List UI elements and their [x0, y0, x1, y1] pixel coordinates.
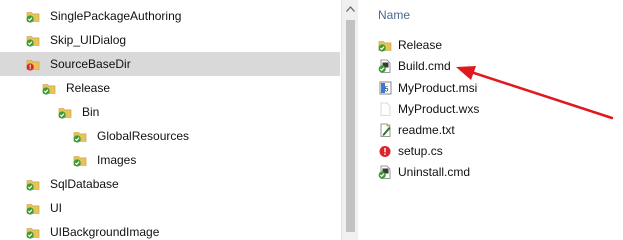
file-item[interactable]: 5 MyProduct.msi: [378, 77, 477, 98]
tree-vertical-scrollbar[interactable]: [341, 0, 358, 240]
tree-item-label: Release: [66, 81, 111, 95]
tree-item[interactable]: Bin: [0, 100, 340, 124]
cmd-file-check-icon: [378, 165, 392, 179]
folder-check-icon: [26, 225, 40, 239]
svg-text:5: 5: [385, 86, 389, 93]
file-item[interactable]: Uninstall.cmd: [378, 161, 470, 182]
tree-item[interactable]: SourceBaseDir: [0, 52, 340, 76]
tree-item[interactable]: SinglePackageAuthoring: [0, 4, 340, 28]
folder-check-icon: [42, 81, 56, 95]
folder-check-icon: [73, 129, 87, 143]
folder-check-icon: [26, 177, 40, 191]
folder-check-icon: [26, 33, 40, 47]
folder-check-icon: [73, 153, 87, 167]
folder-check-icon: [26, 201, 40, 215]
tree-item[interactable]: UI: [0, 196, 340, 220]
tree-item[interactable]: Skip_UIDialog: [0, 28, 340, 52]
file-item[interactable]: setup.cs: [378, 140, 443, 161]
folder-tree-pane: SinglePackageAuthoring Skip_UIDialog Sourc…: [0, 0, 340, 240]
file-item-label: readme.txt: [398, 122, 455, 137]
file-item-label: Uninstall.cmd: [398, 164, 471, 179]
tree-item[interactable]: SqlDatabase: [0, 172, 340, 196]
file-item-label: Release: [398, 37, 443, 52]
tree-item-label: SinglePackageAuthoring: [50, 9, 182, 23]
tree-item[interactable]: GlobalResources: [0, 124, 340, 148]
folder-check-icon: [378, 38, 392, 52]
scroll-up-arrow-icon[interactable]: [342, 0, 359, 17]
file-item[interactable]: readme.txt: [378, 119, 455, 140]
folder-check-icon: [26, 9, 40, 23]
tree-item-label: SqlDatabase: [50, 177, 119, 191]
file-error-icon: [378, 144, 392, 158]
blank-file-icon: [378, 102, 392, 116]
tree-item-label: UIBackgroundImage: [50, 225, 160, 239]
tree-item[interactable]: Release: [0, 76, 340, 100]
column-header-name[interactable]: Name: [378, 8, 410, 22]
tree-item-label: UI: [50, 201, 62, 215]
file-item-label: setup.cs: [398, 143, 443, 158]
tree-item-label: Images: [97, 153, 137, 167]
file-item[interactable]: Release: [378, 34, 442, 55]
file-item[interactable]: MyProduct.wxs: [378, 98, 479, 119]
cmd-file-check-icon: [378, 59, 392, 73]
file-item-label: MyProduct.wxs: [398, 101, 480, 116]
txt-file-edit-icon: [378, 123, 392, 137]
folder-error-icon: [26, 57, 40, 71]
folder-check-icon: [58, 105, 72, 119]
file-item-label: MyProduct.msi: [398, 80, 478, 95]
scrollbar-thumb[interactable]: [346, 20, 355, 232]
msi-file-icon: 5: [378, 81, 392, 95]
tree-item-label: GlobalResources: [97, 129, 190, 143]
tree-item-label: Bin: [82, 105, 100, 119]
tree-item-label: Skip_UIDialog: [50, 33, 127, 47]
tree-item[interactable]: UIBackgroundImage: [0, 220, 340, 240]
file-list-pane: Name Release Build.cmd 5 MyProduct.msi MyPro…: [358, 0, 623, 240]
file-item[interactable]: Build.cmd: [378, 55, 451, 76]
file-item-label: Build.cmd: [398, 58, 451, 73]
tree-item[interactable]: Images: [0, 148, 340, 172]
tree-item-label: SourceBaseDir: [50, 57, 131, 71]
